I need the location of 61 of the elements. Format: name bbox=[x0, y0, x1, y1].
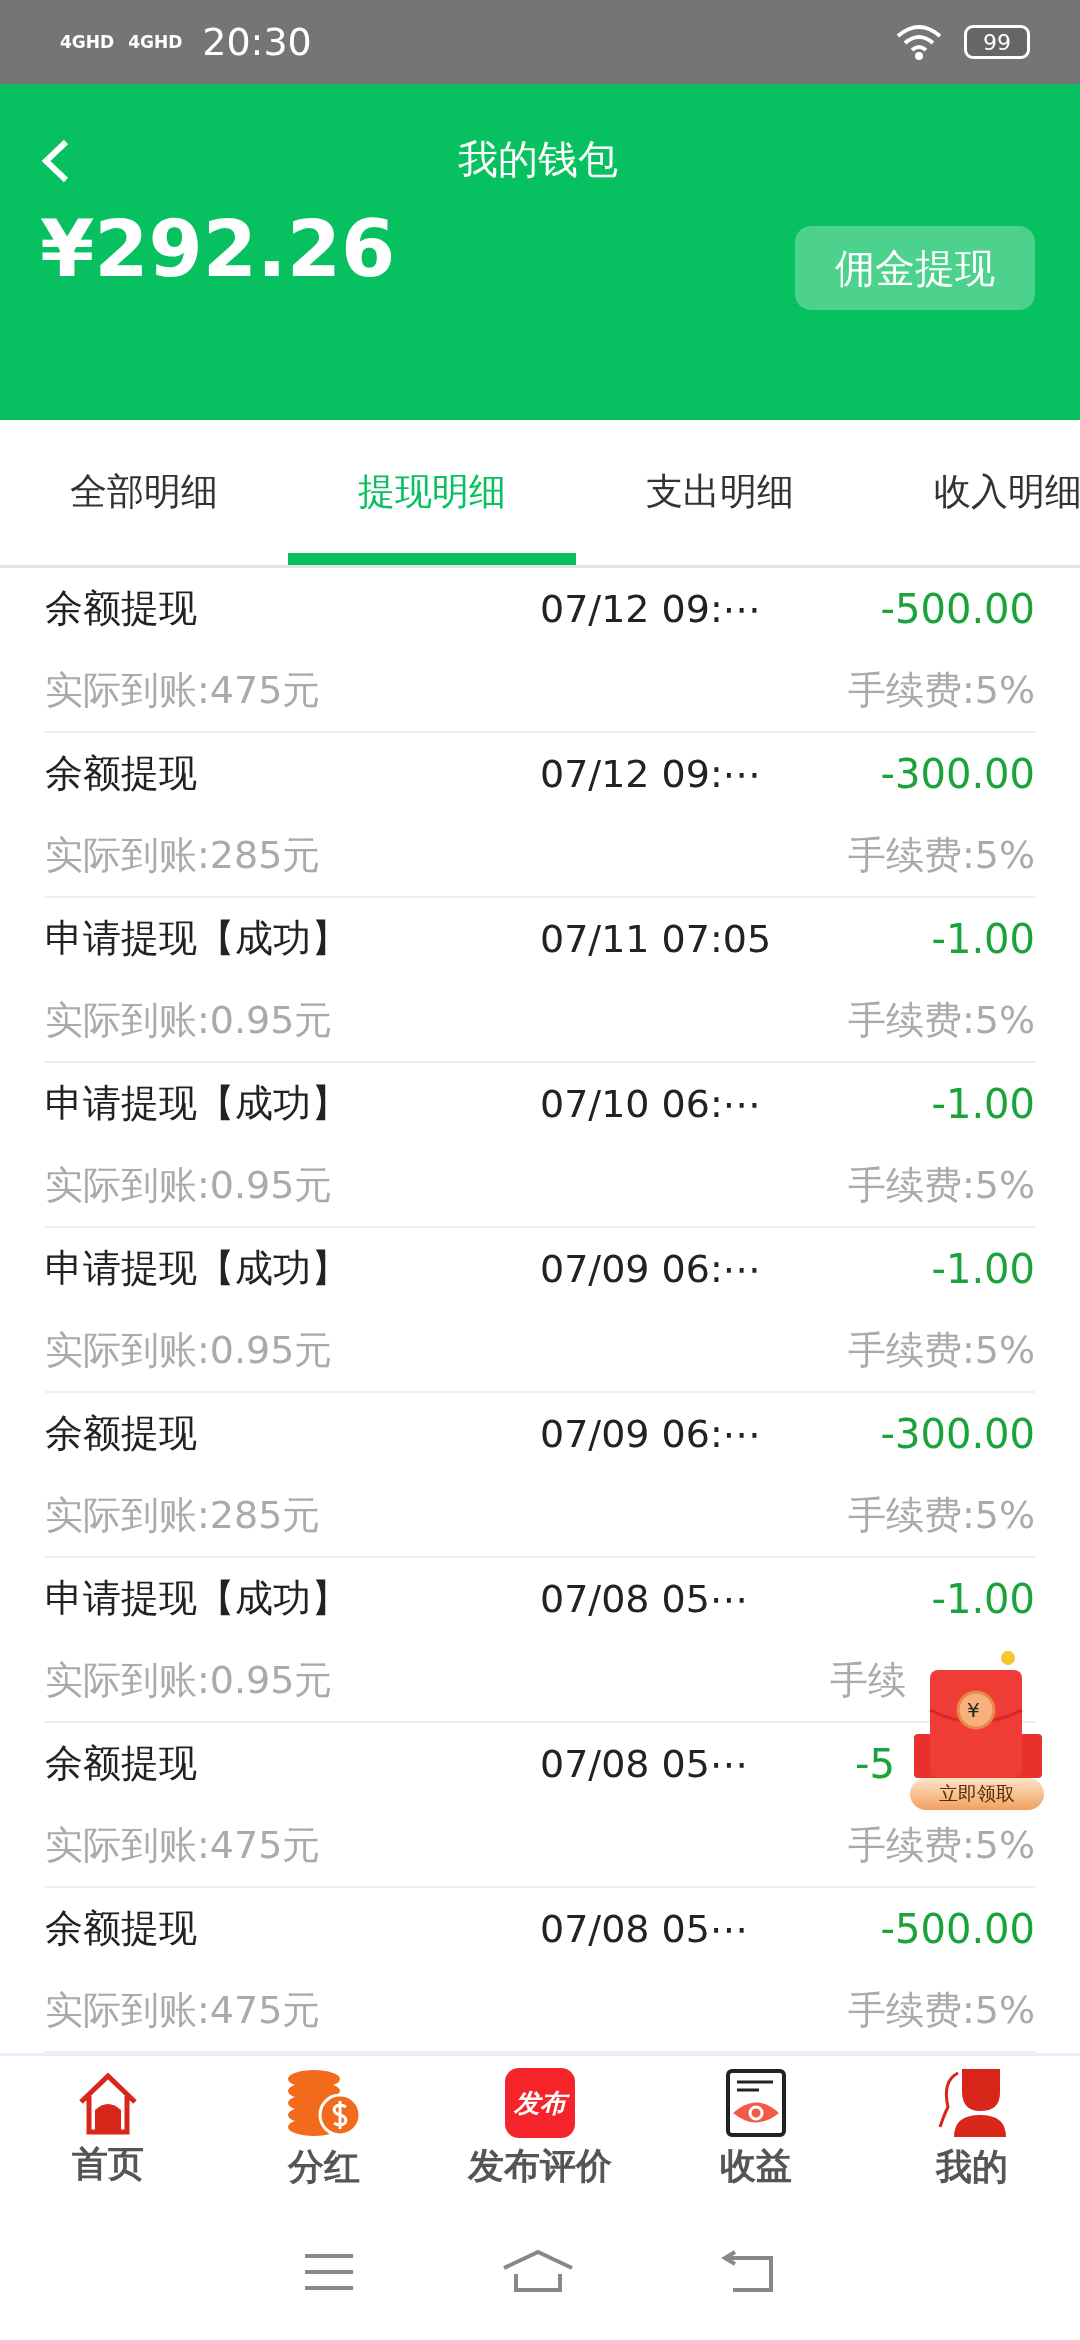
network-indicator: 4GHD bbox=[128, 33, 183, 51]
record-time: 07/08 05⋯ bbox=[540, 1741, 749, 1786]
fee-rate: 手续费:5% bbox=[846, 996, 1035, 1044]
network-indicator: 4GHD bbox=[60, 33, 115, 51]
battery-indicator: 99 bbox=[964, 25, 1030, 59]
record-time: 07/11 07:05 bbox=[540, 916, 773, 961]
home-icon[interactable] bbox=[502, 2249, 574, 2294]
record-title: 余额提现 bbox=[45, 1740, 198, 1788]
record-title: 申请提现【成功】 bbox=[45, 1245, 350, 1293]
clock: 20:30 bbox=[202, 20, 312, 64]
record-time: 07/10 06:⋯ bbox=[540, 1081, 762, 1126]
record-title: 申请提现【成功】 bbox=[45, 1575, 350, 1623]
publish-badge: 发布 bbox=[505, 2068, 575, 2138]
fee-rate: 手续费:5% bbox=[846, 666, 1035, 714]
claim-button[interactable]: 立即领取 bbox=[910, 1778, 1044, 1810]
record-amount: -500.00 bbox=[879, 585, 1035, 632]
record-amount: -5 bbox=[855, 1740, 896, 1787]
record-time: 07/12 09:⋯ bbox=[540, 586, 762, 631]
eye-document-icon bbox=[725, 2068, 787, 2138]
received-amount: 实际到账:475元 bbox=[45, 1986, 322, 2034]
fee-rate: 手续费:5% bbox=[846, 1161, 1035, 1209]
page-title: 我的钱包 bbox=[457, 134, 618, 184]
record-amount: -1.00 bbox=[930, 1080, 1035, 1127]
coin-symbol: ¥ bbox=[967, 1700, 980, 1720]
received-amount: 实际到账:0.95元 bbox=[45, 1326, 334, 1374]
record-time: 07/08 05⋯ bbox=[540, 1576, 749, 1621]
received-amount: 实际到账:285元 bbox=[45, 1491, 322, 1539]
balance-amount: ¥292.26 bbox=[40, 204, 396, 294]
record-time: 07/09 06:⋯ bbox=[540, 1411, 762, 1456]
record-title: 申请提现【成功】 bbox=[45, 1080, 350, 1128]
coins-icon bbox=[286, 2067, 362, 2139]
record-amount: -1.00 bbox=[930, 915, 1035, 962]
record-title: 余额提现 bbox=[45, 585, 198, 633]
record-amount: -1.00 bbox=[930, 1575, 1035, 1622]
record-title: 余额提现 bbox=[45, 750, 198, 798]
record-title: 申请提现【成功】 bbox=[45, 915, 350, 963]
record-time: 07/12 09:⋯ bbox=[540, 751, 762, 796]
record-title: 余额提现 bbox=[45, 1410, 198, 1458]
record-time: 07/08 05⋯ bbox=[540, 1906, 749, 1951]
menu-icon[interactable] bbox=[303, 2251, 356, 2292]
received-amount: 实际到账:0.95元 bbox=[45, 996, 334, 1044]
received-amount: 实际到账:0.95元 bbox=[45, 1161, 334, 1209]
fee-rate: 手续费:5% bbox=[846, 1986, 1035, 2034]
wifi-icon bbox=[894, 24, 944, 60]
received-amount: 实际到账:0.95元 bbox=[45, 1656, 334, 1704]
fee-rate: 手续 bbox=[830, 1656, 907, 1704]
back-icon[interactable] bbox=[40, 138, 70, 184]
fee-rate: 手续费:5% bbox=[846, 1491, 1035, 1539]
received-amount: 实际到账:285元 bbox=[45, 831, 322, 879]
person-icon bbox=[936, 2067, 1008, 2139]
record-amount: -300.00 bbox=[879, 750, 1035, 797]
fee-rate: 手续费:5% bbox=[846, 831, 1035, 879]
record-amount: -500.00 bbox=[879, 1905, 1035, 1952]
record-amount: -1.00 bbox=[930, 1245, 1035, 1292]
received-amount: 实际到账:475元 bbox=[45, 666, 322, 714]
record-time: 07/09 06:⋯ bbox=[540, 1246, 762, 1291]
fee-rate: 手续费:5% bbox=[846, 1821, 1035, 1869]
fee-rate: 手续费:5% bbox=[846, 1326, 1035, 1374]
received-amount: 实际到账:475元 bbox=[45, 1821, 322, 1869]
record-title: 余额提现 bbox=[45, 1905, 198, 1953]
record-amount: -300.00 bbox=[879, 1410, 1035, 1457]
